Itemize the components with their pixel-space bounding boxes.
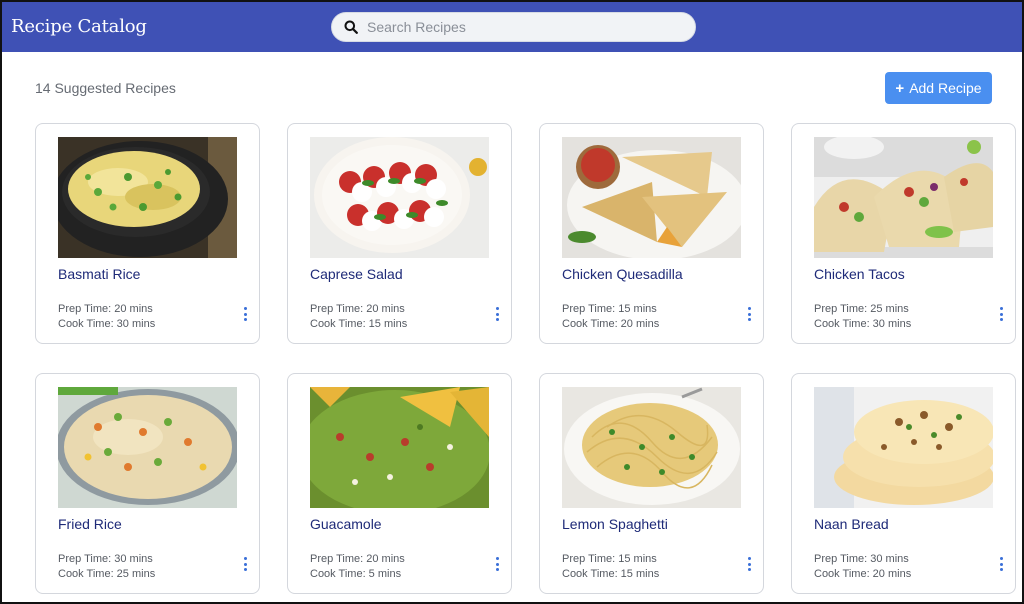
add-recipe-label: Add Recipe <box>909 80 982 96</box>
more-options-icon[interactable] <box>493 557 501 571</box>
prep-time: Prep Time: 20 mins <box>310 553 405 565</box>
add-recipe-button[interactable]: + Add Recipe <box>885 72 992 104</box>
prep-time: Prep Time: 30 mins <box>58 553 153 565</box>
recipe-card[interactable]: Chicken Quesadilla Prep Time: 15 mins Co… <box>539 123 764 344</box>
cook-time: Cook Time: 15 mins <box>562 568 660 580</box>
recipe-card[interactable]: Caprese Salad Prep Time: 20 mins Cook Ti… <box>287 123 512 344</box>
top-bar: Recipe Catalog <box>2 2 1022 52</box>
recipe-card[interactable]: Naan Bread Prep Time: 30 mins Cook Time:… <box>791 373 1016 594</box>
recipe-image-guacamole[interactable] <box>310 387 489 508</box>
recipe-image-basmati-rice[interactable] <box>58 137 237 258</box>
recipe-image-fried-rice[interactable] <box>58 387 237 508</box>
recipe-image-naan-bread[interactable] <box>814 387 993 508</box>
prep-time: Prep Time: 25 mins <box>814 303 909 315</box>
more-options-icon[interactable] <box>745 307 753 321</box>
recipe-name[interactable]: Naan Bread <box>814 516 889 532</box>
more-options-icon[interactable] <box>745 557 753 571</box>
recipe-name[interactable]: Chicken Quesadilla <box>562 266 683 282</box>
recipe-image-lemon-spaghetti[interactable] <box>562 387 741 508</box>
cook-time: Cook Time: 30 mins <box>58 318 156 330</box>
prep-time: Prep Time: 15 mins <box>562 553 657 565</box>
recipe-count: 14 Suggested Recipes <box>35 80 176 96</box>
more-options-icon[interactable] <box>241 307 249 321</box>
prep-time: Prep Time: 20 mins <box>310 303 405 315</box>
search-icon <box>344 20 358 34</box>
prep-time: Prep Time: 20 mins <box>58 303 153 315</box>
more-options-icon[interactable] <box>241 557 249 571</box>
recipe-card[interactable]: Basmati Rice Prep Time: 20 mins Cook Tim… <box>35 123 260 344</box>
cook-time: Cook Time: 30 mins <box>814 318 912 330</box>
recipe-name[interactable]: Fried Rice <box>58 516 122 532</box>
recipe-image-chicken-tacos[interactable] <box>814 137 993 258</box>
recipe-image-chicken-quesadilla[interactable] <box>562 137 741 258</box>
prep-time: Prep Time: 30 mins <box>814 553 909 565</box>
app-title: Recipe Catalog <box>11 16 147 37</box>
more-options-icon[interactable] <box>493 307 501 321</box>
cook-time: Cook Time: 5 mins <box>310 568 402 580</box>
recipe-name[interactable]: Guacamole <box>310 516 382 532</box>
recipe-name[interactable]: Chicken Tacos <box>814 266 905 282</box>
cook-time: Cook Time: 20 mins <box>562 318 660 330</box>
plus-icon: + <box>895 79 905 97</box>
recipe-name[interactable]: Caprese Salad <box>310 266 403 282</box>
recipe-card[interactable]: Guacamole Prep Time: 20 mins Cook Time: … <box>287 373 512 594</box>
more-options-icon[interactable] <box>997 307 1005 321</box>
app-window: Recipe Catalog 14 Suggested Recipes + Ad… <box>0 0 1024 604</box>
prep-time: Prep Time: 15 mins <box>562 303 657 315</box>
more-options-icon[interactable] <box>997 557 1005 571</box>
cook-time: Cook Time: 20 mins <box>814 568 912 580</box>
cook-time: Cook Time: 15 mins <box>310 318 408 330</box>
search-bar[interactable] <box>331 12 696 42</box>
recipe-card[interactable]: Chicken Tacos Prep Time: 25 mins Cook Ti… <box>791 123 1016 344</box>
recipe-image-caprese-salad[interactable] <box>310 137 489 258</box>
recipe-card[interactable]: Lemon Spaghetti Prep Time: 15 mins Cook … <box>539 373 764 594</box>
cook-time: Cook Time: 25 mins <box>58 568 156 580</box>
search-input[interactable] <box>367 19 667 35</box>
recipe-name[interactable]: Basmati Rice <box>58 266 140 282</box>
recipe-card[interactable]: Fried Rice Prep Time: 30 mins Cook Time:… <box>35 373 260 594</box>
recipe-name[interactable]: Lemon Spaghetti <box>562 516 668 532</box>
